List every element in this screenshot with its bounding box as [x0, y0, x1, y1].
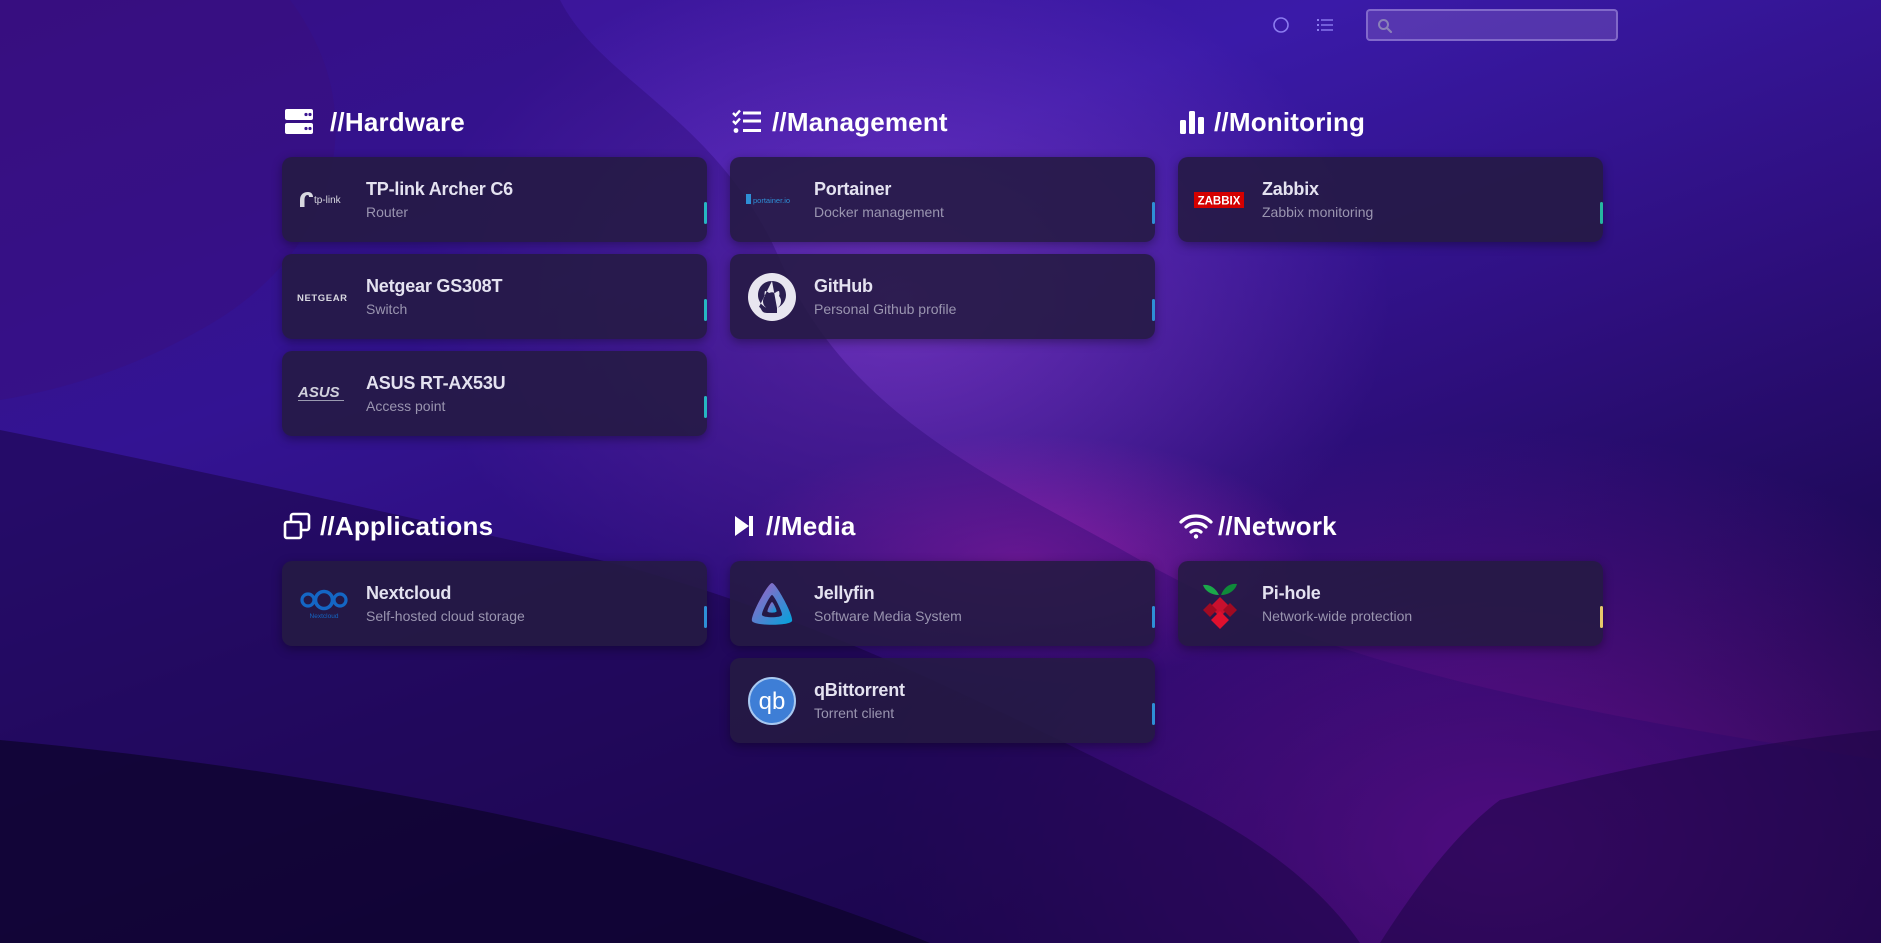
card-title: Nextcloud	[366, 583, 452, 603]
jellyfin-logo	[742, 574, 802, 634]
service-card-pihole[interactable]: Pi-hole Network-wide protection	[1178, 561, 1603, 646]
github-logo	[742, 267, 802, 327]
service-card-github[interactable]: GitHub Personal Github profile	[730, 254, 1155, 339]
card-subtitle: Zabbix monitoring	[1262, 204, 1374, 220]
card-tag-indicator	[1600, 202, 1603, 224]
section-header: //Monitoring	[1178, 102, 1603, 142]
card-tag-indicator	[1600, 606, 1603, 628]
card-subtitle: Software Media System	[814, 608, 962, 624]
svg-text:ASUS: ASUS	[297, 384, 340, 401]
service-card-netgear[interactable]: NETGEAR Netgear GS308T Switch	[282, 254, 707, 339]
play-next-icon	[730, 509, 758, 543]
section-header: //Management	[730, 102, 1155, 142]
card-title: Portainer	[814, 179, 892, 199]
service-card-jellyfin[interactable]: Jellyfin Software Media System	[730, 561, 1155, 646]
section-media: //Media Jellyfin Software Media System q…	[730, 506, 1155, 755]
wifi-icon	[1178, 509, 1214, 543]
search-input[interactable]	[1368, 11, 1616, 39]
nextcloud-logo: Nextcloud	[294, 574, 354, 634]
card-title: qBittorrent	[814, 680, 905, 700]
pihole-logo	[1190, 574, 1250, 634]
card-subtitle: Torrent client	[814, 705, 895, 721]
section-network: //Network Pi-hole Network-wide protectio…	[1178, 506, 1603, 658]
top-bar	[1270, 8, 1618, 42]
card-subtitle: Access point	[366, 398, 446, 414]
section-title: //Applications	[320, 510, 494, 541]
svg-text:qb: qb	[759, 688, 786, 715]
card-tag-indicator	[704, 299, 707, 321]
section-monitoring: //Monitoring ZABBIX Zabbix Zabbix monito…	[1178, 102, 1603, 254]
theme-toggle-icon[interactable]	[1270, 14, 1292, 36]
card-subtitle: Docker management	[814, 204, 944, 220]
qbittorrent-logo: qb	[742, 671, 802, 731]
search-icon	[1377, 18, 1393, 39]
section-header: //Hardware	[282, 102, 707, 142]
card-title: Jellyfin	[814, 583, 875, 603]
service-card-zabbix[interactable]: ZABBIX Zabbix Zabbix monitoring	[1178, 157, 1603, 242]
card-title: Zabbix	[1262, 179, 1319, 199]
card-subtitle: Switch	[366, 301, 408, 317]
service-card-nextcloud[interactable]: Nextcloud Nextcloud Self-hosted cloud st…	[282, 561, 707, 646]
service-card-asus[interactable]: ASUS ASUS RT-AX53U Access point	[282, 351, 707, 436]
bar-chart-icon	[1178, 105, 1206, 139]
card-title: Pi-hole	[1262, 583, 1321, 603]
card-tag-indicator	[1152, 299, 1155, 321]
card-title: ASUS RT-AX53U	[366, 373, 506, 393]
windows-icon	[282, 509, 312, 543]
service-card-tp-link[interactable]: tp-link TP-link Archer C6 Router	[282, 157, 707, 242]
zabbix-logo: ZABBIX	[1190, 170, 1250, 230]
card-tag-indicator	[1152, 606, 1155, 628]
card-subtitle: Personal Github profile	[814, 301, 957, 317]
section-management: //Management portainer.io Portainer Dock…	[730, 102, 1155, 351]
server-icon	[282, 105, 316, 139]
section-title: //Monitoring	[1214, 106, 1366, 137]
card-title: Netgear GS308T	[366, 276, 503, 296]
card-title: GitHub	[814, 276, 873, 296]
layout-list-icon[interactable]	[1314, 14, 1336, 36]
section-title: //Hardware	[330, 106, 465, 137]
service-card-qbittorrent[interactable]: qb qBittorrent Torrent client	[730, 658, 1155, 743]
card-title: TP-link Archer C6	[366, 179, 513, 199]
card-subtitle: Router	[366, 204, 409, 220]
section-title: //Management	[772, 106, 948, 137]
section-hardware: //Hardware tp-link TP-link Archer C6 Rou…	[282, 102, 707, 448]
section-applications: //Applications Nextcloud Nextcloud Self-…	[282, 506, 707, 658]
card-tag-indicator	[704, 606, 707, 628]
card-subtitle: Network-wide protection	[1262, 608, 1413, 624]
svg-text:tp-link: tp-link	[314, 195, 342, 206]
netgear-logo: NETGEAR	[294, 267, 354, 327]
search-box[interactable]	[1366, 9, 1618, 41]
card-tag-indicator	[704, 202, 707, 224]
section-header: //Media	[730, 506, 1155, 546]
card-tag-indicator	[704, 396, 707, 418]
section-header: //Network	[1178, 506, 1603, 546]
svg-text:NETGEAR: NETGEAR	[297, 293, 348, 304]
checklist-icon	[730, 105, 764, 139]
portainer-logo: portainer.io	[742, 170, 802, 230]
service-card-portainer[interactable]: portainer.io Portainer Docker management	[730, 157, 1155, 242]
section-header: //Applications	[282, 506, 707, 546]
svg-text:ZABBIX: ZABBIX	[1198, 195, 1241, 207]
tp-link-logo: tp-link	[294, 170, 354, 230]
card-tag-indicator	[1152, 202, 1155, 224]
asus-logo: ASUS	[294, 364, 354, 424]
card-subtitle: Self-hosted cloud storage	[366, 608, 525, 624]
svg-text:portainer.io: portainer.io	[753, 196, 790, 205]
card-tag-indicator	[1152, 703, 1155, 725]
svg-text:Nextcloud: Nextcloud	[310, 613, 339, 620]
section-title: //Media	[766, 510, 856, 541]
section-title: //Network	[1218, 510, 1337, 541]
